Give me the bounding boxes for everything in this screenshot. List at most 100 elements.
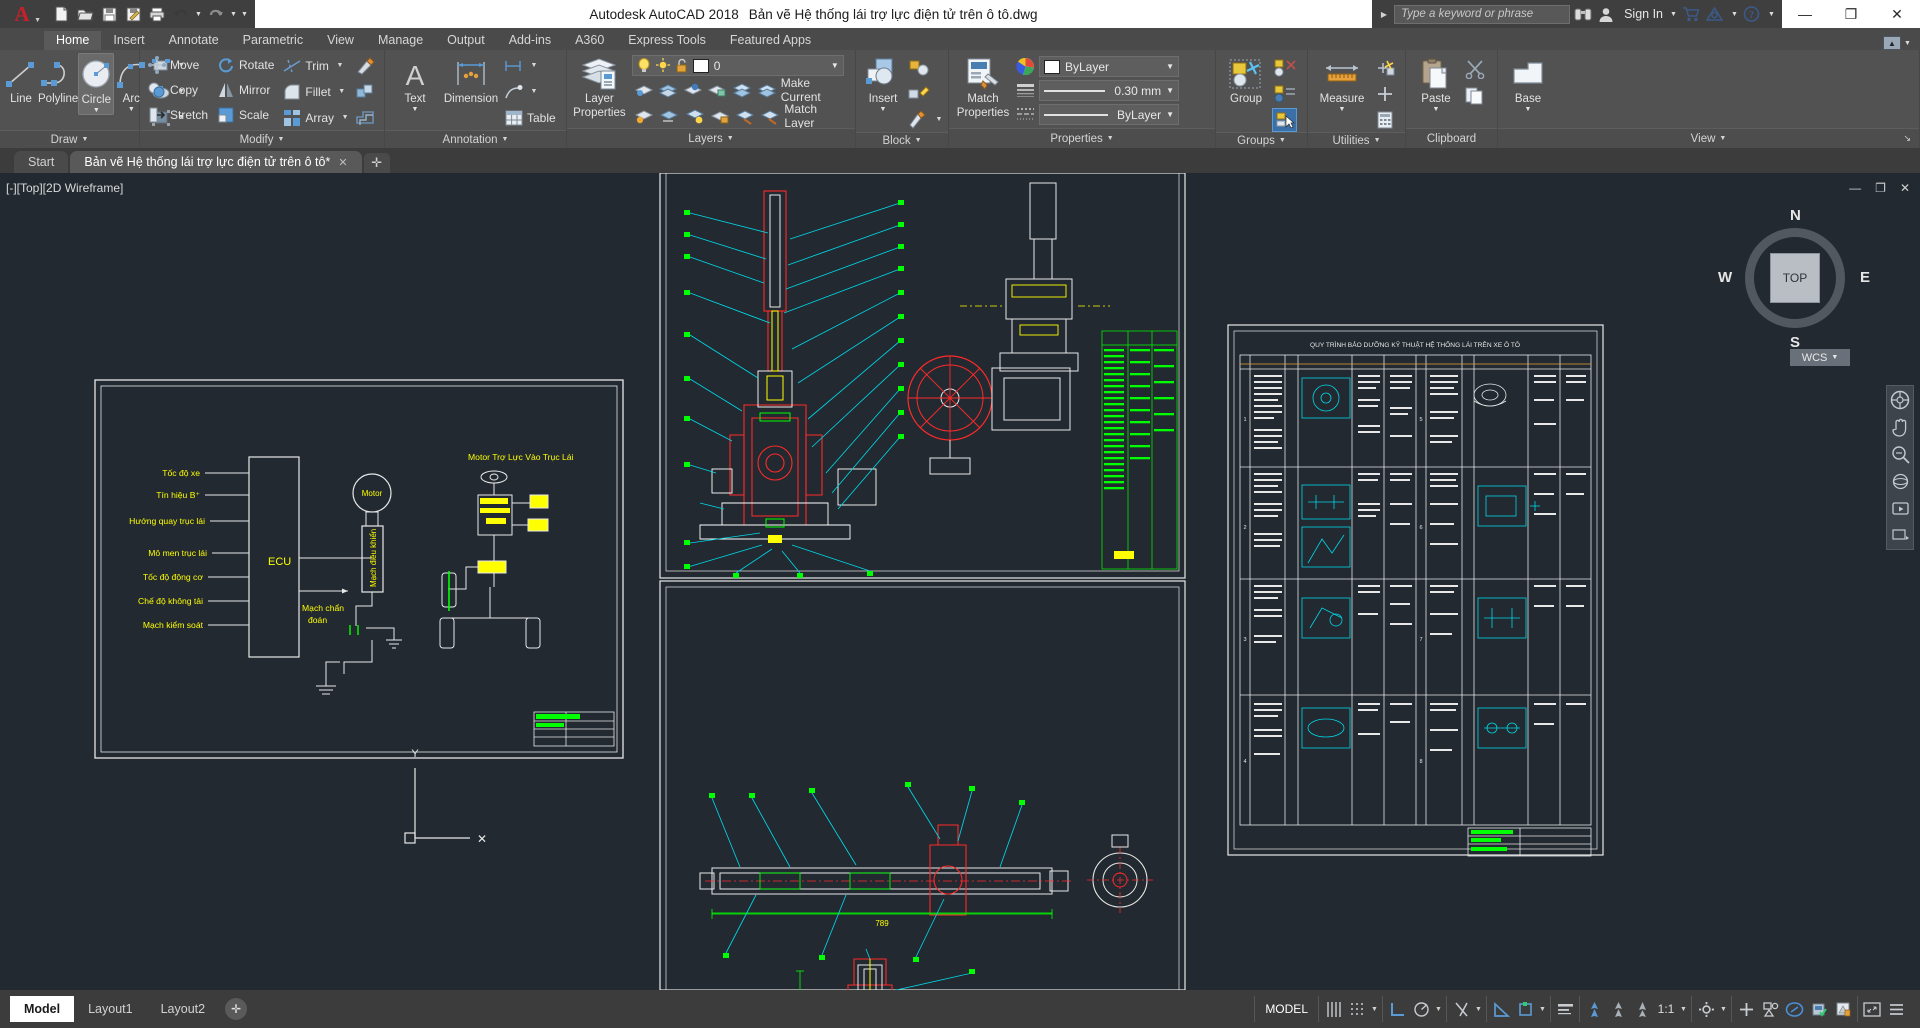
sun-freeze-icon[interactable] [655,58,670,73]
chevron-down-icon[interactable]: ▼ [1474,1006,1483,1013]
chevron-down-icon[interactable]: ▼ [229,11,238,18]
layout-tab-layout2[interactable]: Layout2 [147,996,219,1022]
annotation-visibility-icon[interactable] [1583,997,1605,1021]
close-button[interactable]: ✕ [1874,0,1920,28]
panel-label-block[interactable]: Block ▼ [856,132,948,148]
ribbon-tab-express-tools[interactable]: Express Tools [616,31,718,50]
layer-thaw-all-icon[interactable] [682,104,706,128]
explode-icon[interactable] [352,80,377,104]
save-as-icon[interactable] [122,3,144,25]
minimize-button[interactable]: — [1782,0,1828,28]
panel-label-view[interactable]: View ▼ ↘ [1498,128,1919,148]
match-properties-button[interactable]: Match Properties [953,53,1013,119]
ucs-icon[interactable] [1514,997,1536,1021]
match-layer-small-icon[interactable] [733,104,757,128]
make-current-button[interactable]: Make Current [755,76,851,104]
ribbon-tab-annotate[interactable]: Annotate [157,31,231,50]
customization-icon[interactable] [1885,997,1907,1021]
panel-label-draw[interactable]: Draw ▼ [0,130,139,148]
chevron-down-icon[interactable]: ▼ [335,62,345,69]
chevron-down-icon[interactable]: ▼ [340,114,350,121]
move-button[interactable]: Move [144,53,211,77]
panel-label-modify[interactable]: Modify ▼ [140,130,384,148]
chevron-down-icon[interactable]: ▼ [1166,110,1174,119]
save-icon[interactable] [98,3,120,25]
color-wheel-icon[interactable] [1016,57,1035,76]
chevron-down-icon[interactable]: ▼ [1434,1006,1443,1013]
chevron-down-icon[interactable]: ▼ [194,11,203,18]
copy-clip-icon[interactable] [1462,84,1487,108]
ribbon-tab-manage[interactable]: Manage [366,31,435,50]
binoculars-search-icon[interactable] [1574,7,1594,21]
chevron-right-icon[interactable]: ▶ [1378,10,1390,19]
osnap-tracking-icon[interactable] [1490,997,1512,1021]
circle-button[interactable]: Circle ▼ [78,53,115,115]
unlock-icon[interactable] [675,58,688,73]
erase-icon[interactable] [352,54,377,78]
polyline-button[interactable]: Polyline [38,53,78,105]
view-cube[interactable]: TOP N S E W [1718,207,1870,351]
layer-unlock-icon[interactable] [708,104,732,128]
layer-lock-icon[interactable] [706,78,730,102]
paste-button[interactable]: Paste ▼ [1410,53,1462,113]
chevron-down-icon[interactable]: ▼ [1166,86,1174,95]
ribbon-tab-a360[interactable]: A360 [563,31,616,50]
panel-label-groups[interactable]: Groups ▼ [1216,132,1307,148]
base-button[interactable]: Base ▼ [1502,53,1554,113]
point-marker-icon[interactable] [1372,82,1397,106]
grid-display-icon[interactable] [1322,997,1344,1021]
chevron-down-icon[interactable]: ▼ [1730,11,1739,18]
ribbon-tab-insert[interactable]: Insert [101,31,156,50]
user-account-icon[interactable] [1598,7,1618,22]
edit-block-icon[interactable] [906,82,931,106]
add-layout-button[interactable]: ✛ [225,998,248,1020]
panel-label-layers[interactable]: Layers ▼ [567,128,855,148]
group-edit-icon[interactable] [1272,82,1297,106]
linetype-stack-icon[interactable] [1016,106,1035,123]
graphics-performance-icon[interactable] [1783,997,1806,1021]
annotation-scale-value[interactable]: 1:1 [1655,997,1677,1021]
scale-button[interactable]: Scale [213,103,277,127]
chevron-down-icon[interactable]: ▼ [1339,106,1346,113]
clean-screen-icon[interactable] [1861,997,1883,1021]
array-button[interactable]: Array [279,106,337,130]
chevron-down-icon[interactable]: ▼ [1433,106,1440,113]
panel-label-utilities[interactable]: Utilities ▼ [1308,132,1405,148]
chevron-down-icon[interactable]: ▼ [1669,11,1678,18]
layer-thaw-icon[interactable] [657,104,681,128]
copy-button[interactable]: Copy [144,78,211,102]
chevron-down-icon[interactable]: ▼ [1679,1006,1688,1013]
autoscale-icon[interactable] [1607,997,1629,1021]
wcs-selector-button[interactable]: WCS ▼ [1790,349,1850,366]
drawing-canvas[interactable]: [-][Top][2D Wireframe] — ❐ ✕ ECU Tốc độ … [0,173,1920,990]
annotation-scale-change-icon[interactable] [1631,997,1653,1021]
panel-label-properties[interactable]: Properties ▼ [949,128,1215,148]
line-button[interactable]: Line [4,53,38,105]
ribbon-tab-view[interactable]: View [315,31,366,50]
infocenter-search-input[interactable]: Type a keyword or phrase [1394,4,1571,24]
match-layer-button[interactable]: Match Layer [758,102,851,130]
layer-on-icon[interactable] [632,104,656,128]
panel-expand-icon[interactable]: ↘ [1903,133,1911,144]
orbit-icon[interactable] [1889,470,1911,492]
space-toggle-button[interactable]: MODEL [1258,997,1315,1021]
panel-label-annotation[interactable]: Annotation ▼ [385,130,566,148]
lineweight-icon[interactable] [1554,997,1576,1021]
polar-tracking-icon[interactable] [1410,997,1432,1021]
chevron-down-icon[interactable]: ▼ [1370,1006,1379,1013]
snap-mode-icon[interactable] [1346,997,1368,1021]
quick-select-icon[interactable] [1372,56,1397,80]
pan-hand-icon[interactable] [1889,416,1911,438]
navbar-overflow-icon[interactable] [1889,524,1911,546]
chevron-down-icon[interactable]: ▼ [1903,40,1912,47]
linetype-selector-combo[interactable]: ByLayer ▼ [1039,104,1179,125]
layer-freeze-icon[interactable] [681,78,705,102]
zoom-extents-icon[interactable] [1889,443,1911,465]
layer-color-swatch[interactable] [692,58,709,73]
text-button[interactable]: A Text ▼ [389,53,441,113]
table-button[interactable]: Table [501,106,559,130]
chevron-down-icon[interactable]: ▼ [1538,1006,1547,1013]
lightbulb-icon[interactable] [637,58,651,73]
chevron-down-icon[interactable]: ▼ [934,116,944,123]
doc-tab-start[interactable]: Start [14,151,69,173]
